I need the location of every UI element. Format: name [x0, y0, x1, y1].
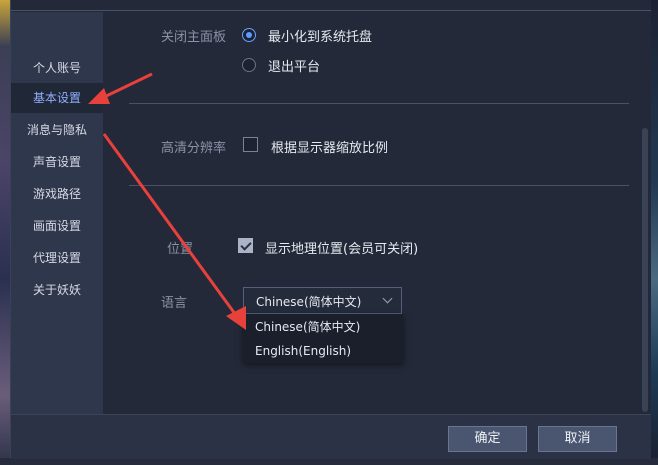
chevron-down-icon: [382, 293, 393, 304]
option-label: English(English): [255, 344, 352, 358]
sidebar-item-label: 游戏路径: [32, 187, 81, 201]
sidebar-item-sound[interactable]: 声音设置: [11, 147, 103, 177]
language-dropdown: Chinese(简体中文) English(English): [243, 314, 403, 363]
cancel-button[interactable]: 取消: [538, 426, 617, 452]
sidebar-item-about[interactable]: 关于妖妖: [11, 275, 103, 305]
language-label: 语言: [161, 296, 188, 311]
scale-by-monitor-label[interactable]: 根据显示器缩放比例: [271, 137, 388, 156]
sidebar-item-basic-settings[interactable]: 基本设置: [11, 83, 103, 113]
exit-platform-label[interactable]: 退出平台: [268, 56, 320, 75]
show-location-label[interactable]: 显示地理位置(会员可关闭): [265, 238, 418, 257]
section-divider: [129, 185, 629, 186]
language-option-chinese[interactable]: Chinese(简体中文): [243, 315, 403, 339]
minimize-to-tray-label[interactable]: 最小化到系统托盘: [268, 26, 372, 45]
language-option-english[interactable]: English(English): [243, 339, 403, 363]
show-location-checkbox[interactable]: [238, 238, 253, 253]
sidebar-item-label: 关于妖妖: [32, 283, 81, 297]
hd-resolution-label: 高清分辨率: [161, 141, 227, 156]
dialog-top-border: [11, 10, 651, 11]
sidebar-item-label: 个人账号: [32, 61, 81, 75]
settings-dialog: 个人账号 基本设置 消息与隐私 声音设置 游戏路径 画面设置 代理设置 关于妖妖…: [10, 0, 651, 459]
settings-sidebar: 个人账号 基本设置 消息与隐私 声音设置 游戏路径 画面设置 代理设置 关于妖妖: [11, 12, 103, 414]
exit-platform-radio[interactable]: [242, 58, 256, 72]
sidebar-item-label: 消息与隐私: [26, 123, 87, 137]
sidebar-item-label: 画面设置: [32, 219, 81, 233]
location-label: 位置: [167, 242, 194, 257]
language-selected-value: Chinese(简体中文): [256, 295, 362, 309]
confirm-button[interactable]: 确定: [448, 426, 527, 452]
option-label: Chinese(简体中文): [255, 320, 361, 334]
scale-by-monitor-checkbox[interactable]: [243, 137, 258, 152]
sidebar-item-proxy[interactable]: 代理设置: [11, 243, 103, 273]
sidebar-item-label: 代理设置: [32, 251, 81, 265]
sidebar-item-label: 声音设置: [32, 155, 81, 169]
language-select[interactable]: Chinese(简体中文): [243, 287, 402, 314]
sidebar-item-display[interactable]: 画面设置: [11, 211, 103, 241]
close-panel-label: 关闭主面板: [161, 30, 227, 45]
sidebar-item-game-path[interactable]: 游戏路径: [11, 179, 103, 209]
background-art-left: [0, 0, 10, 465]
sidebar-item-account[interactable]: 个人账号: [11, 53, 103, 83]
minimize-to-tray-radio[interactable]: [242, 28, 256, 42]
sidebar-item-messages-privacy[interactable]: 消息与隐私: [11, 115, 103, 145]
scrollbar[interactable]: [642, 128, 648, 412]
background-bottom: [0, 458, 658, 465]
sidebar-item-label: 基本设置: [32, 91, 81, 105]
section-divider: [129, 103, 629, 104]
